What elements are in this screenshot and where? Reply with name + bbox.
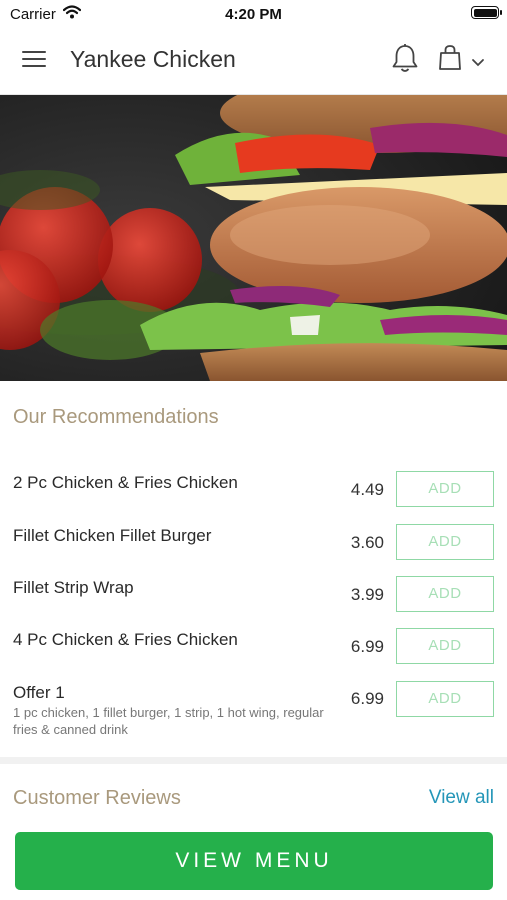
recommendations-heading: Our Recommendations [13,406,219,428]
item-name: 4 Pc Chicken & Fries Chicken [13,630,238,649]
view-menu-button[interactable]: VIEW MENU [15,832,493,890]
item-name: 2 Pc Chicken & Fries Chicken [13,473,238,492]
item-name: Fillet Strip Wrap [13,578,134,597]
clock: 4:20 PM [225,6,282,23]
item-price: 4.49 [350,480,384,499]
item-price: 6.99 [350,637,384,656]
item-price: 6.99 [350,689,384,708]
item-price: 3.60 [350,533,384,552]
item-name: Offer 1 [13,683,65,702]
restaurant-title: Yankee Chicken [70,46,236,72]
hamburger-menu-icon[interactable] [22,48,48,70]
item-price: 3.99 [350,585,384,604]
item-description: 1 pc chicken, 1 fillet burger, 1 strip, … [13,705,324,737]
hero-burger-image [0,95,507,381]
item-name: Fillet Chicken Fillet Burger [13,526,212,545]
bell-icon[interactable] [390,43,420,80]
add-button[interactable]: ADD [396,576,494,612]
view-all-link[interactable]: View all [429,787,494,809]
reviews-heading: Customer Reviews [13,787,181,809]
chevron-down-icon[interactable] [471,54,485,72]
battery-icon [471,6,502,19]
shopping-bag-icon[interactable] [438,44,462,77]
add-button[interactable]: ADD [396,681,494,717]
add-button[interactable]: ADD [396,471,494,507]
section-divider [0,757,507,764]
app-header: Yankee Chicken [0,28,507,95]
add-button[interactable]: ADD [396,628,494,664]
add-button[interactable]: ADD [396,524,494,560]
status-bar: Carrier 4:20 PM [0,0,507,28]
